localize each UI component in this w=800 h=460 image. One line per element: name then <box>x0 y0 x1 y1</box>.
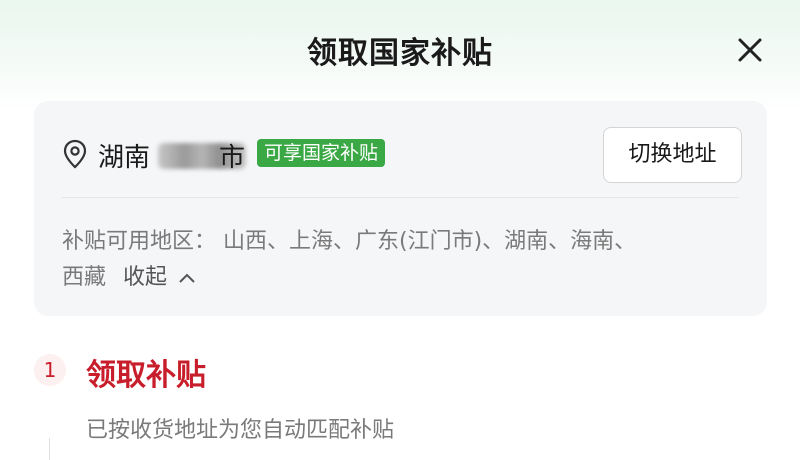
chevron-up-icon <box>179 273 195 283</box>
card-divider <box>62 197 739 198</box>
step-description: 已按收货地址为您自动匹配补贴 <box>86 418 395 443</box>
subsidy-sheet: 领取国家补贴 湖南 市 可享国家补贴 切换地址 补贴可用地区： 山西、上海、广东… <box>0 0 800 460</box>
address-city-prefix: 湖南 <box>98 143 151 173</box>
location-pin-icon <box>63 139 87 169</box>
collapse-label: 收起 <box>123 265 168 290</box>
step-connector-line <box>49 438 50 460</box>
subsidy-available-badge: 可享国家补贴 <box>257 139 386 167</box>
switch-address-button[interactable]: 切换地址 <box>603 127 742 183</box>
address-city-suffix: 市 <box>219 143 246 173</box>
available-regions-text: 补贴可用地区： 山西、上海、广东(江门市)、湖南、海南、 <box>62 229 637 254</box>
close-icon <box>738 38 762 62</box>
step-number: 1 <box>34 354 66 386</box>
available-regions-text-continued: 西藏 收起 <box>62 259 196 291</box>
address-card: 湖南 市 可享国家补贴 切换地址 补贴可用地区： 山西、上海、广东(江门市)、湖… <box>34 101 767 316</box>
close-button[interactable] <box>730 30 770 70</box>
collapse-link[interactable]: 收起 <box>123 265 196 290</box>
page-title: 领取国家补贴 <box>307 36 493 71</box>
region-item-tibet: 西藏 <box>62 265 107 290</box>
step-title: 领取补贴 <box>86 358 206 393</box>
